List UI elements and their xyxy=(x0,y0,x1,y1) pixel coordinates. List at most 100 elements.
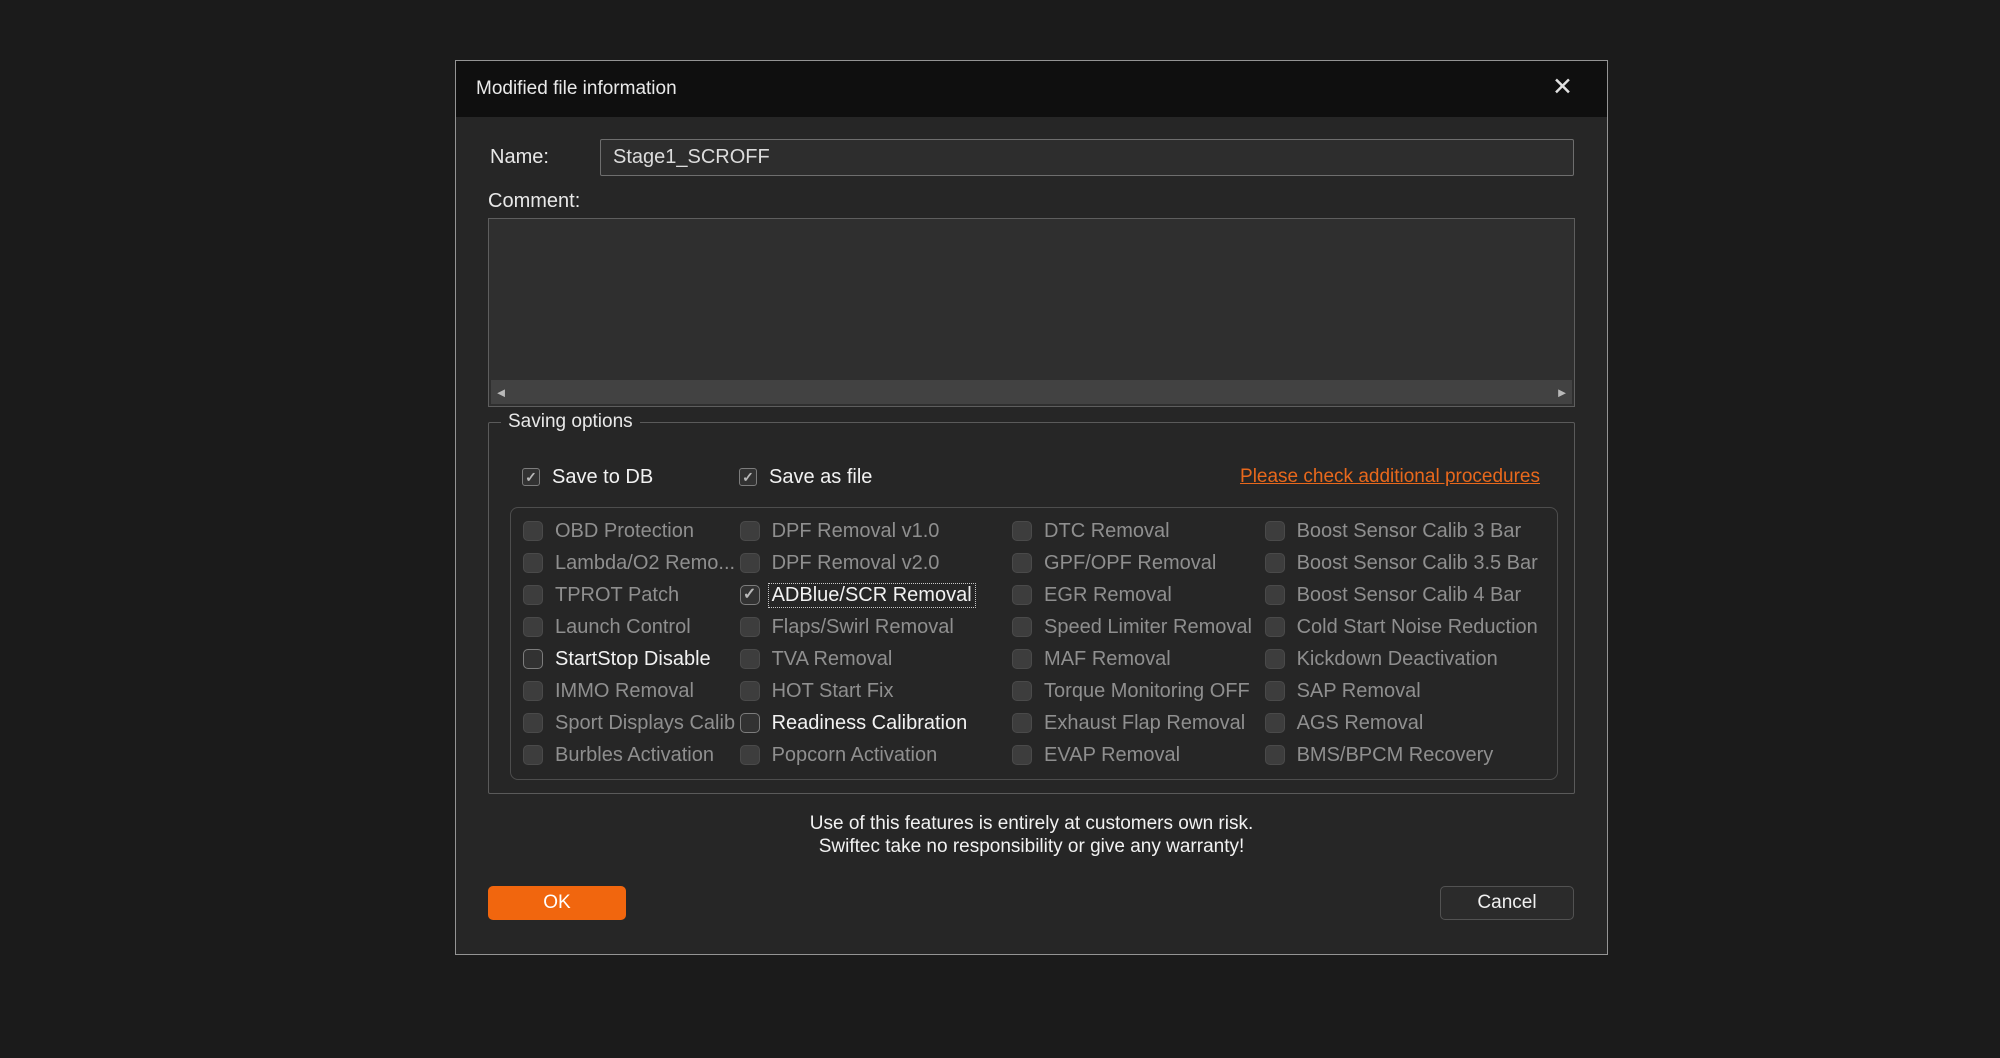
additional-procedures-link[interactable]: Please check additional procedures xyxy=(1240,466,1540,488)
check-icon: ✓ xyxy=(742,469,754,485)
feature-option: ✓ Cold Start Noise Reduction xyxy=(1264,611,1557,643)
feature-checkbox: ✓ xyxy=(1012,553,1033,573)
feature-checkbox: ✓ xyxy=(1012,713,1033,733)
dialog-title: Modified file information xyxy=(476,78,677,99)
feature-label: HOT Start Fix xyxy=(771,679,894,702)
scroll-left-icon[interactable]: ◄ xyxy=(491,385,511,400)
close-icon[interactable]: ✕ xyxy=(1552,73,1573,101)
feature-label: TVA Removal xyxy=(771,647,893,670)
feature-label: IMMO Removal xyxy=(555,679,694,702)
feature-option: ✓ EVAP Removal xyxy=(1012,739,1265,771)
save-as-file-checkbox[interactable]: ✓ xyxy=(739,468,757,486)
save-as-file-option[interactable]: ✓ Save as file xyxy=(739,463,876,491)
feature-option: ✓ Kickdown Deactivation xyxy=(1264,643,1557,675)
check-icon: ✓ xyxy=(525,469,537,485)
feature-checkbox: ✓ xyxy=(1012,745,1033,765)
feature-option: ✓ Boost Sensor Calib 4 Bar xyxy=(1264,579,1557,611)
save-to-db-checkbox[interactable]: ✓ xyxy=(522,468,540,486)
feature-option: ✓ Flaps/Swirl Removal xyxy=(739,611,1012,643)
feature-options-panel: ✓ OBD Protection ✓ Lambda/O2 Remo... ✓ TPRO… xyxy=(510,507,1558,780)
feature-checkbox[interactable]: ✓ xyxy=(739,713,760,733)
save-to-db-label: Save to DB xyxy=(552,465,654,488)
comment-box: ◄ ► xyxy=(488,218,1575,407)
feature-checkbox: ✓ xyxy=(523,745,543,765)
feature-label: Exhaust Flap Removal xyxy=(1044,711,1246,734)
comment-label: Comment: xyxy=(488,190,581,212)
feature-option: ✓ SAP Removal xyxy=(1264,675,1557,707)
feature-checkbox[interactable]: ✓ xyxy=(523,649,543,669)
comment-textarea[interactable] xyxy=(491,221,1572,378)
feature-option: ✓ Burbles Activation xyxy=(523,739,740,771)
feature-label: Popcorn Activation xyxy=(771,743,938,766)
feature-label: DTC Removal xyxy=(1044,519,1170,542)
feature-checkbox: ✓ xyxy=(1012,649,1033,669)
feature-option: ✓ HOT Start Fix xyxy=(739,675,1012,707)
saving-options-group-label: Saving options xyxy=(501,411,640,433)
feature-checkbox: ✓ xyxy=(1012,521,1033,541)
feature-checkbox: ✓ xyxy=(1264,745,1285,765)
feature-label: Lambda/O2 Remo... xyxy=(555,551,736,574)
feature-checkbox: ✓ xyxy=(1264,553,1285,573)
name-input[interactable] xyxy=(600,139,1574,176)
feature-option: ✓ TVA Removal xyxy=(739,643,1012,675)
feature-label: DPF Removal v1.0 xyxy=(771,519,940,542)
risk-warning-line-2: Swiftec take no responsibility or give a… xyxy=(818,836,1245,857)
horizontal-scrollbar[interactable]: ◄ ► xyxy=(491,380,1572,404)
feature-option: ✓ Speed Limiter Removal xyxy=(1012,611,1265,643)
feature-checkbox: ✓ xyxy=(1264,681,1285,701)
feature-label: TPROT Patch xyxy=(555,583,680,606)
dialog-titlebar: Modified file information ✕ xyxy=(456,61,1607,117)
feature-label: Cold Start Noise Reduction xyxy=(1296,615,1538,638)
feature-checkbox: ✓ xyxy=(739,745,760,765)
modified-file-information-dialog: Modified file information ✕ Name: Commen… xyxy=(455,60,1608,955)
risk-warning-text: Use of this features is entirely at cust… xyxy=(456,812,1607,858)
feature-column-2: ✓ DPF Removal v1.0 ✓ DPF Removal v2.0 ✓ ADB… xyxy=(739,515,1012,779)
feature-checkbox: ✓ xyxy=(739,649,760,669)
feature-option: ✓ Boost Sensor Calib 3.5 Bar xyxy=(1264,547,1557,579)
feature-checkbox[interactable]: ✓ xyxy=(739,585,760,605)
feature-label: GPF/OPF Removal xyxy=(1044,551,1217,574)
feature-label: ADBlue/SCR Removal xyxy=(767,582,976,608)
ok-button[interactable]: OK xyxy=(488,886,626,920)
name-label: Name: xyxy=(490,146,549,168)
feature-checkbox: ✓ xyxy=(523,585,543,605)
feature-checkbox: ✓ xyxy=(1264,649,1285,669)
feature-label: SAP Removal xyxy=(1296,679,1421,702)
feature-label: Torque Monitoring OFF xyxy=(1044,679,1250,702)
check-icon: ✓ xyxy=(742,586,757,603)
cancel-button[interactable]: Cancel xyxy=(1440,886,1574,920)
feature-checkbox: ✓ xyxy=(1264,521,1285,541)
feature-option: ✓ Torque Monitoring OFF xyxy=(1012,675,1265,707)
feature-label: Readiness Calibration xyxy=(771,711,968,734)
feature-label: Boost Sensor Calib 4 Bar xyxy=(1296,583,1522,606)
desktop-background: Modified file information ✕ Name: Commen… xyxy=(0,0,2000,1058)
feature-column-3: ✓ DTC Removal ✓ GPF/OPF Removal ✓ EGR Remov… xyxy=(1012,515,1265,779)
feature-option: ✓ AGS Removal xyxy=(1264,707,1557,739)
feature-option[interactable]: ✓ Readiness Calibration xyxy=(739,707,1012,739)
feature-checkbox: ✓ xyxy=(1264,585,1285,605)
saving-options-group: Saving options ✓ Save to DB ✓ Save as fi… xyxy=(488,411,1575,794)
feature-checkbox: ✓ xyxy=(1012,617,1033,637)
feature-label: Kickdown Deactivation xyxy=(1296,647,1498,670)
feature-option: ✓ DPF Removal v2.0 xyxy=(739,547,1012,579)
feature-option: ✓ Exhaust Flap Removal xyxy=(1012,707,1265,739)
feature-option: ✓ Popcorn Activation xyxy=(739,739,1012,771)
feature-option: ✓ BMS/BPCM Recovery xyxy=(1264,739,1557,771)
feature-option: ✓ TPROT Patch xyxy=(523,579,740,611)
feature-option[interactable]: ✓ StartStop Disable xyxy=(523,643,740,675)
dialog-body: Name: Comment: ◄ ► Saving options ✓ Save… xyxy=(456,117,1607,954)
feature-option: ✓ EGR Removal xyxy=(1012,579,1265,611)
feature-checkbox: ✓ xyxy=(739,617,760,637)
save-as-file-label: Save as file xyxy=(769,465,873,488)
feature-label: OBD Protection xyxy=(555,519,694,542)
save-to-db-option[interactable]: ✓ Save to DB xyxy=(522,463,657,491)
feature-checkbox: ✓ xyxy=(739,553,760,573)
scroll-right-icon[interactable]: ► xyxy=(1552,385,1572,400)
feature-label: Boost Sensor Calib 3.5 Bar xyxy=(1296,551,1538,574)
feature-option[interactable]: ✓ ADBlue/SCR Removal xyxy=(739,579,1012,611)
feature-label: DPF Removal v2.0 xyxy=(771,551,940,574)
feature-column-4: ✓ Boost Sensor Calib 3 Bar ✓ Boost Sensor … xyxy=(1264,515,1557,779)
feature-option: ✓ MAF Removal xyxy=(1012,643,1265,675)
feature-option: ✓ IMMO Removal xyxy=(523,675,740,707)
feature-label: Launch Control xyxy=(555,615,691,638)
